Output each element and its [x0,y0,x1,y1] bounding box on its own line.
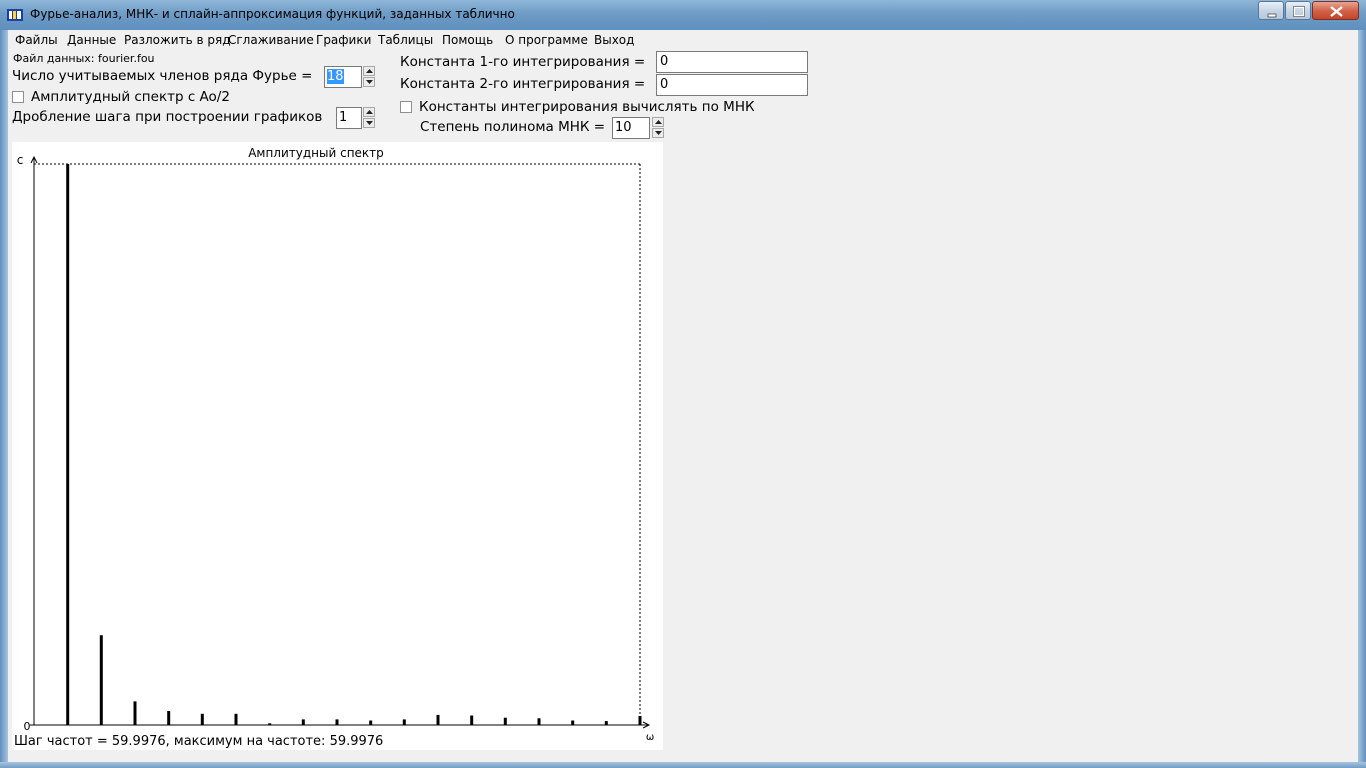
step-division-down-button[interactable] [363,118,375,128]
poly-degree-up-button[interactable] [652,117,664,127]
window-frame-left [0,30,8,768]
const1-input[interactable]: 0 [656,51,808,73]
client-area: Файлы Данные Разложить в ряд Сглаживание… [8,30,1358,762]
window-frame-right [1358,30,1366,768]
const2-label: Константа 2-го интегрирования = [400,76,646,92]
poly-degree-input[interactable]: 10 [612,117,650,139]
maximize-button[interactable] [1285,1,1311,20]
y-axis-label: c [17,153,24,167]
status-text: Шаг частот = 59.9976, максимум на частот… [14,734,384,749]
amplitude-spectrum-chart: Амплитудный спектр c 0 ω [12,142,663,750]
const1-label: Константа 1-го интегрирования = [400,54,646,70]
menu-help[interactable]: Помощь [442,33,493,47]
chart-title: Амплитудный спектр [248,146,384,160]
fourier-terms-value: 18 [327,69,344,84]
x-axis-label: ω [646,732,654,743]
menu-tables[interactable]: Таблицы [378,33,433,47]
poly-degree-down-button[interactable] [652,128,664,138]
menu-bar: Файлы Данные Разложить в ряд Сглаживание… [8,30,1358,50]
mnk-constants-label: Константы интегрирования вычислять по МН… [419,99,755,115]
menu-smoothing[interactable]: Сглаживание [228,33,314,47]
amplitude-a0-checkbox[interactable] [12,91,24,103]
menu-files[interactable]: Файлы [15,33,58,47]
menu-data[interactable]: Данные [67,33,116,47]
data-file-label: Файл данных: fourier.fou [13,52,155,65]
window-title: Фурье-анализ, МНК- и сплайн-аппроксимаци… [30,7,515,21]
fourier-terms-up-button[interactable] [363,66,375,76]
const2-input[interactable]: 0 [656,74,808,96]
step-division-up-button[interactable] [363,107,375,117]
menu-about[interactable]: О программе [505,33,588,47]
poly-degree-label: Степень полинома МНК = [420,119,606,135]
app-icon[interactable] [7,7,23,22]
amplitude-a0-label: Амплитудный спектр с Ao/2 [31,89,230,105]
title-bar[interactable]: Фурье-анализ, МНК- и сплайн-аппроксимаци… [0,0,1366,30]
menu-expand-series[interactable]: Разложить в ряд [124,33,231,47]
bars-group [66,164,642,725]
fourier-terms-down-button[interactable] [363,77,375,87]
mnk-constants-checkbox[interactable] [400,101,412,113]
minimize-button[interactable] [1258,1,1284,20]
window-frame-bottom [0,762,1366,768]
chart-svg: Амплитудный спектр c 0 ω [17,146,654,743]
step-division-label: Дробление шага при построении графиков [12,109,323,125]
y-axis-zero-label: 0 [24,720,31,733]
menu-exit[interactable]: Выход [594,33,634,47]
menu-graphs[interactable]: Графики [316,33,371,47]
close-button[interactable] [1312,1,1359,20]
fourier-terms-label: Число учитываемых членов ряда Фурье = [12,68,313,84]
step-division-input[interactable]: 1 [336,107,362,129]
fourier-terms-input[interactable]: 18 [324,66,362,88]
